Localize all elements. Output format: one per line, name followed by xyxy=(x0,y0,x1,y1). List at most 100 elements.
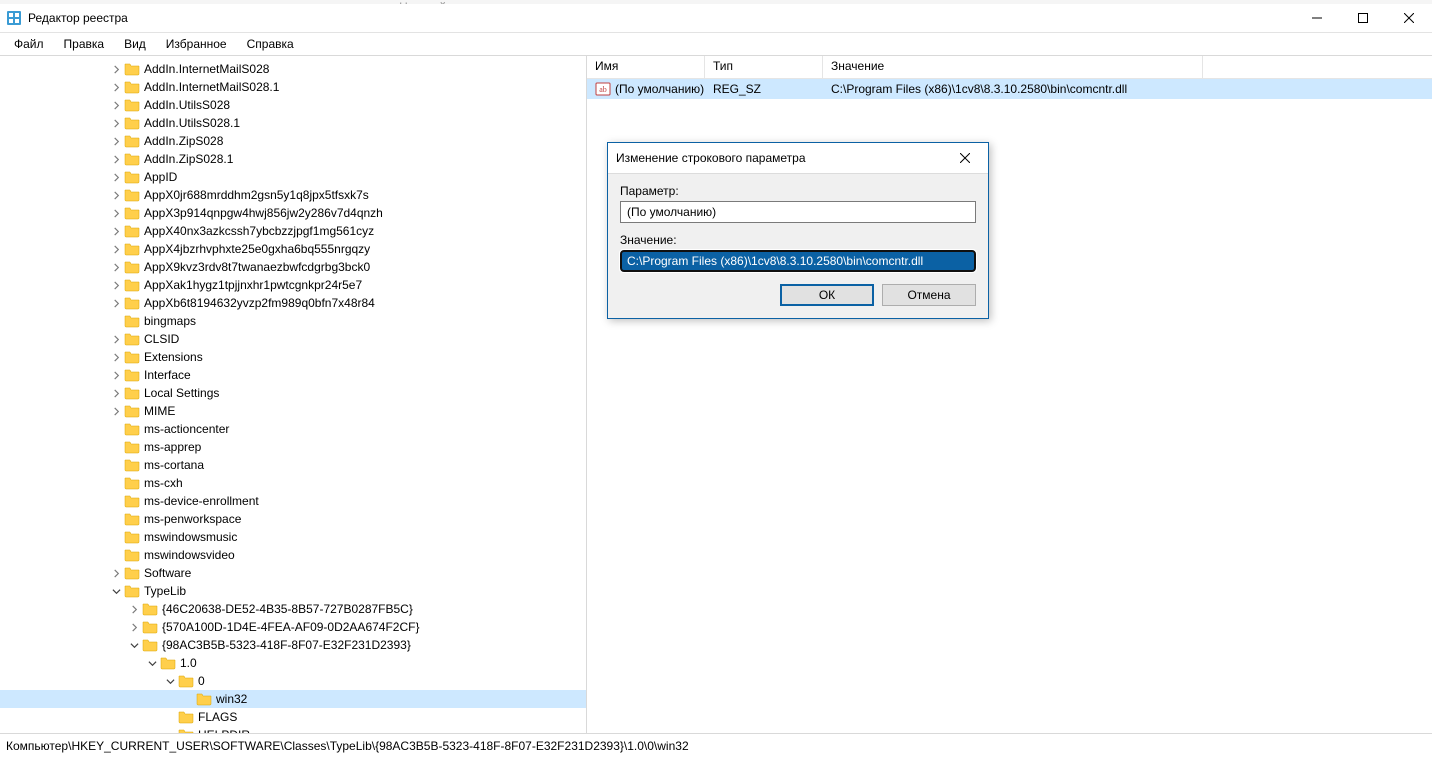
tree-node[interactable]: AppXb6t8194632yvzp2fm989q0bfn7x48r84 xyxy=(0,294,586,312)
tree-node[interactable]: {46C20638-DE52-4B35-8B57-727B0287FB5C} xyxy=(0,600,586,618)
cancel-button[interactable]: Отмена xyxy=(882,284,976,306)
menu-справка[interactable]: Справка xyxy=(237,35,304,53)
folder-icon xyxy=(124,169,140,185)
menu-избранное[interactable]: Избранное xyxy=(156,35,237,53)
column-header[interactable]: Тип xyxy=(705,56,823,78)
tree-node[interactable]: TypeLib xyxy=(0,582,586,600)
tree-node[interactable]: CLSID xyxy=(0,330,586,348)
tree-node[interactable]: 0 xyxy=(0,672,586,690)
tree-node[interactable]: ms-apprep xyxy=(0,438,586,456)
value-type-cell: REG_SZ xyxy=(705,80,823,98)
folder-icon xyxy=(178,709,194,725)
chevron-right-icon[interactable] xyxy=(108,263,124,272)
chevron-right-icon[interactable] xyxy=(108,137,124,146)
chevron-right-icon[interactable] xyxy=(126,605,142,614)
tree-node[interactable]: AddIn.InternetMailS028.1 xyxy=(0,78,586,96)
chevron-right-icon[interactable] xyxy=(108,245,124,254)
tree-node[interactable]: AppX40nx3azkcssh7ybcbzzjpgf1mg561cyz xyxy=(0,222,586,240)
tree-node[interactable]: ms-penworkspace xyxy=(0,510,586,528)
column-header[interactable]: Имя xyxy=(587,56,705,78)
maximize-button[interactable] xyxy=(1340,4,1386,32)
menu-правка[interactable]: Правка xyxy=(54,35,115,53)
tree-node[interactable]: HELPDIR xyxy=(0,726,586,733)
tree-node-label: Interface xyxy=(144,368,199,382)
folder-icon xyxy=(124,187,140,203)
tree-node[interactable]: ms-cxh xyxy=(0,474,586,492)
tree-node[interactable]: ms-device-enrollment xyxy=(0,492,586,510)
close-button[interactable] xyxy=(1386,4,1432,32)
chevron-down-icon[interactable] xyxy=(144,659,160,668)
tree-node-label: {98AC3B5B-5323-418F-8F07-E32F231D2393} xyxy=(162,638,419,652)
tree-node[interactable]: AppX4jbzrhvphxte25e0gxha6bq555nrgqzy xyxy=(0,240,586,258)
tree-node[interactable]: AddIn.ZipS028 xyxy=(0,132,586,150)
chevron-right-icon[interactable] xyxy=(108,209,124,218)
tree-node[interactable]: Software xyxy=(0,564,586,582)
tree-node[interactable]: AppX9kvz3rdv8t7twanaezbwfcdgrbg3bck0 xyxy=(0,258,586,276)
value-input[interactable] xyxy=(620,250,976,272)
tree-node[interactable]: AddIn.InternetMailS028 xyxy=(0,60,586,78)
tree-node[interactable]: AddIn.ZipS028.1 xyxy=(0,150,586,168)
chevron-right-icon[interactable] xyxy=(108,227,124,236)
folder-icon xyxy=(124,331,140,347)
tree-node[interactable]: 1.0 xyxy=(0,654,586,672)
tree-node-label: AddIn.InternetMailS028 xyxy=(144,62,277,76)
list-header[interactable]: ИмяТипЗначение xyxy=(587,56,1432,79)
tree-node[interactable]: AppX3p914qnpgw4hwj856jw2y286v7d4qnzh xyxy=(0,204,586,222)
chevron-right-icon[interactable] xyxy=(108,335,124,344)
tree-node[interactable]: mswindowsmusic xyxy=(0,528,586,546)
tree-node-label: FLAGS xyxy=(198,710,245,724)
column-header[interactable]: Значение xyxy=(823,56,1203,78)
chevron-down-icon[interactable] xyxy=(126,641,142,650)
tree-node-label: ms-cortana xyxy=(144,458,212,472)
string-value-icon: ab xyxy=(595,81,611,97)
chevron-right-icon[interactable] xyxy=(108,101,124,110)
tree-node[interactable]: Interface xyxy=(0,366,586,384)
chevron-right-icon[interactable] xyxy=(108,407,124,416)
value-name-cell: ab(По умолчанию) xyxy=(587,79,705,99)
chevron-right-icon[interactable] xyxy=(108,173,124,182)
chevron-right-icon[interactable] xyxy=(108,569,124,578)
chevron-right-icon[interactable] xyxy=(108,65,124,74)
tree-node[interactable]: bingmaps xyxy=(0,312,586,330)
chevron-down-icon[interactable] xyxy=(108,587,124,596)
folder-icon xyxy=(124,115,140,131)
tree-node-label: AddIn.ZipS028.1 xyxy=(144,152,241,166)
chevron-right-icon[interactable] xyxy=(108,83,124,92)
chevron-right-icon[interactable] xyxy=(108,389,124,398)
tree-node[interactable]: {98AC3B5B-5323-418F-8F07-E32F231D2393} xyxy=(0,636,586,654)
ok-button[interactable]: ОК xyxy=(780,284,874,306)
tree-node[interactable]: ms-actioncenter xyxy=(0,420,586,438)
chevron-right-icon[interactable] xyxy=(108,299,124,308)
tree-node[interactable]: Local Settings xyxy=(0,384,586,402)
chevron-right-icon[interactable] xyxy=(126,623,142,632)
tree-node[interactable]: AddIn.UtilsS028 xyxy=(0,96,586,114)
chevron-right-icon[interactable] xyxy=(108,281,124,290)
tree-node[interactable]: FLAGS xyxy=(0,708,586,726)
chevron-right-icon[interactable] xyxy=(108,371,124,380)
registry-tree[interactable]: AddIn.InternetMailS028 AddIn.InternetMail… xyxy=(0,56,586,733)
tree-node-label: HELPDIR xyxy=(198,728,258,733)
chevron-right-icon[interactable] xyxy=(108,155,124,164)
tree-node[interactable]: win32 xyxy=(0,690,586,708)
tree-node[interactable]: AppID xyxy=(0,168,586,186)
tree-node[interactable]: AppX0jr688mrddhm2gsn5y1q8jpx5tfsxk7s xyxy=(0,186,586,204)
chevron-right-icon[interactable] xyxy=(108,119,124,128)
dialog-close-button[interactable] xyxy=(950,143,980,173)
minimize-button[interactable] xyxy=(1294,4,1340,32)
tree-node[interactable]: {570A100D-1D4E-4FEA-AF09-0D2AA674F2CF} xyxy=(0,618,586,636)
tree-node[interactable]: Extensions xyxy=(0,348,586,366)
menu-вид[interactable]: Вид xyxy=(114,35,156,53)
tree-node[interactable]: AddIn.UtilsS028.1 xyxy=(0,114,586,132)
tree-node[interactable]: MIME xyxy=(0,402,586,420)
list-row[interactable]: ab(По умолчанию)REG_SZC:\Program Files (… xyxy=(587,79,1432,99)
tree-node[interactable]: ms-cortana xyxy=(0,456,586,474)
chevron-right-icon[interactable] xyxy=(108,353,124,362)
chevron-right-icon[interactable] xyxy=(108,191,124,200)
folder-icon xyxy=(142,619,158,635)
chevron-down-icon[interactable] xyxy=(162,677,178,686)
menu-файл[interactable]: Файл xyxy=(4,35,54,53)
folder-icon xyxy=(160,655,176,671)
folder-icon xyxy=(124,565,140,581)
tree-node[interactable]: AppXak1hygz1tpjjnxhr1pwtcgnkpr24r5e7 xyxy=(0,276,586,294)
tree-node[interactable]: mswindowsvideo xyxy=(0,546,586,564)
